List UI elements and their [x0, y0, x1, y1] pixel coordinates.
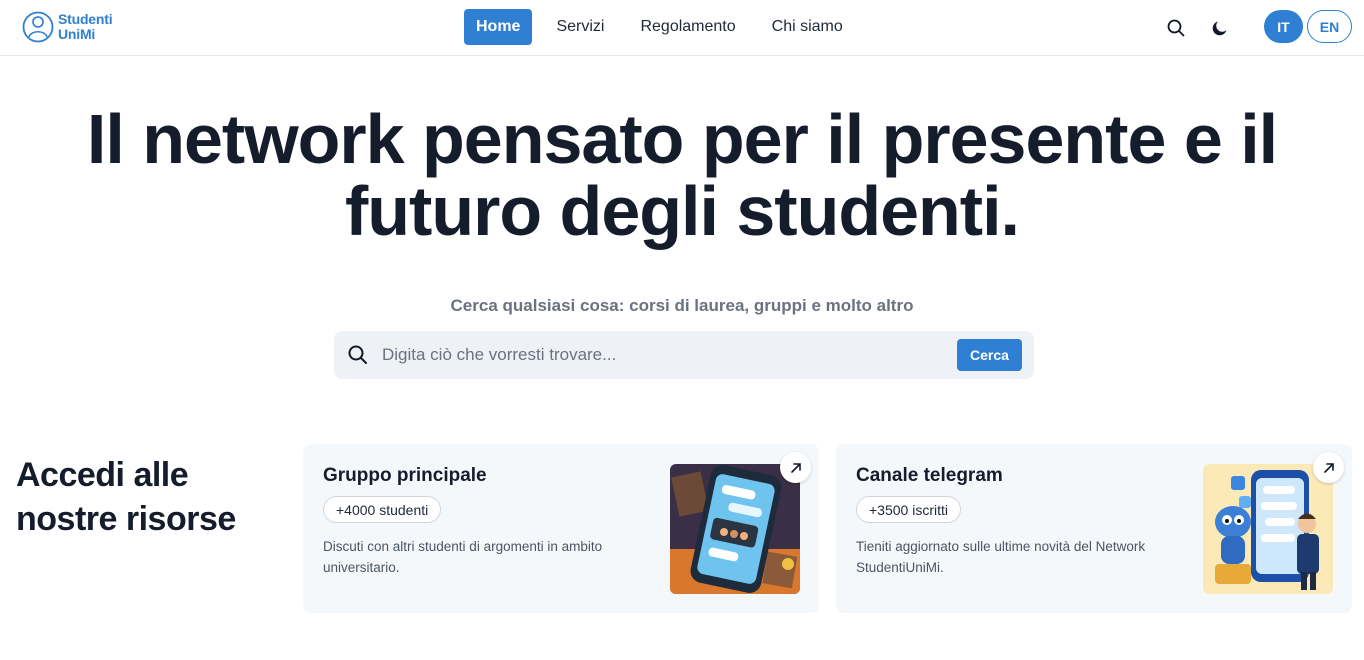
student-logo-icon — [22, 11, 54, 43]
card-badge: +3500 iscritti — [856, 496, 961, 523]
logo-line-1: Studenti — [58, 11, 113, 27]
arrow-up-right-icon — [1323, 462, 1334, 473]
card-title: Gruppo principale — [323, 465, 487, 486]
search-icon — [348, 345, 367, 364]
search-bar: Cerca — [334, 331, 1034, 379]
hero-title-line-1: Il network pensato per il presente e il — [86, 100, 1278, 178]
theme-toggle-button[interactable] — [1206, 14, 1234, 42]
resources-title: Accedi alle nostre risorse — [16, 453, 286, 541]
nav-home[interactable]: Home — [464, 9, 533, 45]
card-description: Tieniti aggiornato sulle ultime novità d… — [856, 539, 1146, 575]
logo-line-2: UniMi — [58, 26, 96, 42]
card-title: Canale telegram — [856, 465, 1003, 486]
group-chat-illustration — [670, 464, 800, 594]
lang-it-button[interactable]: IT — [1264, 10, 1303, 43]
site-header: Studenti UniMi Home Servizi Regolamento … — [0, 0, 1364, 56]
hero-title: Il network pensato per il presente e il … — [0, 103, 1364, 247]
card-badge: +4000 studenti — [323, 496, 442, 523]
nav-regolamento[interactable]: Regolamento — [628, 9, 747, 45]
card-open-button[interactable] — [780, 452, 811, 483]
lang-en-button[interactable]: EN — [1307, 10, 1352, 43]
language-switcher: IT EN — [1264, 10, 1352, 43]
search-input[interactable] — [382, 339, 942, 371]
card-canale-telegram[interactable]: Canale telegram +3500 iscritti Tieniti a… — [836, 444, 1352, 613]
resources-title-line-1: Accedi alle — [16, 456, 189, 494]
telegram-channel-illustration — [1203, 464, 1333, 594]
card-open-button[interactable] — [1313, 452, 1344, 483]
resources-title-line-2: nostre risorse — [16, 500, 236, 538]
search-icon — [1167, 19, 1185, 37]
logo-text: Studenti UniMi — [58, 11, 113, 42]
hero-title-line-2: futuro degli studenti. — [344, 172, 1020, 250]
search-submit-button[interactable]: Cerca — [957, 339, 1022, 371]
search-caption: Cerca qualsiasi cosa: corsi di laurea, g… — [450, 296, 914, 315]
site-logo[interactable]: Studenti UniMi — [22, 10, 113, 44]
main-nav: Home Servizi Regolamento Chi siamo — [464, 9, 867, 45]
arrow-up-right-icon — [790, 462, 801, 473]
moon-icon — [1212, 21, 1227, 36]
nav-servizi[interactable]: Servizi — [544, 9, 616, 45]
card-description: Discuti con altri studenti di argomenti … — [323, 539, 603, 575]
header-search-button[interactable] — [1162, 14, 1190, 42]
card-gruppo-principale[interactable]: Gruppo principale +4000 studenti Discuti… — [303, 444, 819, 613]
nav-chi-siamo[interactable]: Chi siamo — [760, 9, 855, 45]
